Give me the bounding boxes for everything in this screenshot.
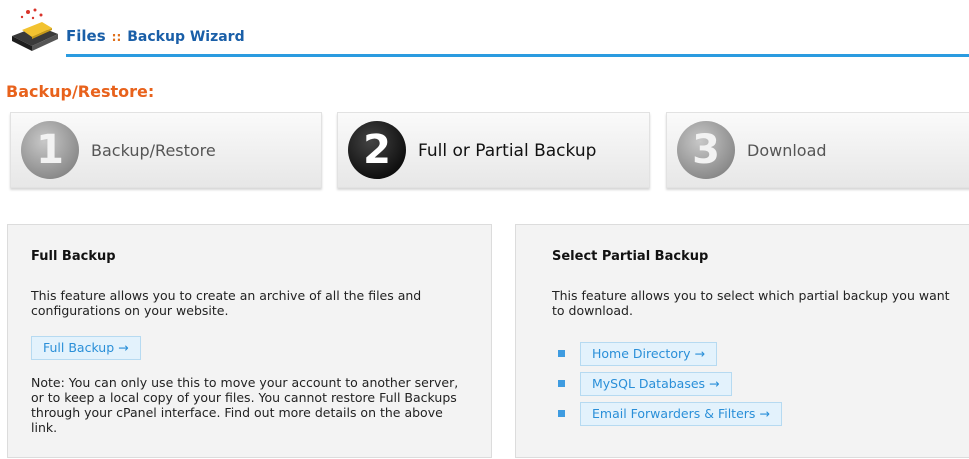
bullet-icon [558, 410, 565, 417]
step-backup-restore[interactable]: 1 Backup/Restore [10, 112, 322, 188]
step-label: Full or Partial Backup [418, 141, 597, 161]
step-number-2-icon: 2 [348, 121, 406, 179]
page-header: Files:: Backup Wizard [0, 0, 969, 70]
full-backup-note: Note: You can only use this to move your… [31, 375, 459, 435]
mysql-databases-link[interactable]: MySQL Databases → [580, 372, 732, 396]
partial-backup-description: This feature allows you to select which … [552, 288, 950, 318]
breadcrumb-backup-wizard: Backup Wizard [127, 29, 245, 45]
bullet-icon [558, 350, 565, 357]
backup-drive-icon [12, 8, 58, 51]
full-backup-description: This feature allows you to create an arc… [31, 288, 422, 318]
full-backup-title: Full Backup [31, 249, 116, 264]
breadcrumb: Files:: Backup Wizard [66, 27, 245, 45]
email-forwarders-filters-link[interactable]: Email Forwarders & Filters → [580, 402, 782, 426]
step-label: Download [747, 141, 827, 160]
breadcrumb-files[interactable]: Files [66, 27, 106, 45]
header-divider [66, 54, 969, 57]
partial-backup-title: Select Partial Backup [552, 249, 709, 264]
step-number-1-icon: 1 [21, 121, 79, 179]
step-full-or-partial-backup[interactable]: 2 Full or Partial Backup [337, 112, 650, 188]
section-title: Backup/Restore: [6, 82, 155, 101]
step-number-3-icon: 3 [677, 121, 735, 179]
bullet-icon [558, 380, 565, 387]
full-backup-button[interactable]: Full Backup → [31, 336, 141, 360]
home-directory-link[interactable]: Home Directory → [580, 342, 717, 366]
full-backup-panel: Full Backup This feature allows you to c… [7, 224, 492, 458]
step-label: Backup/Restore [91, 141, 216, 160]
breadcrumb-separator: :: [111, 30, 122, 44]
partial-backup-panel: Select Partial Backup This feature allow… [515, 224, 969, 458]
step-download[interactable]: 3 Download [666, 112, 969, 188]
